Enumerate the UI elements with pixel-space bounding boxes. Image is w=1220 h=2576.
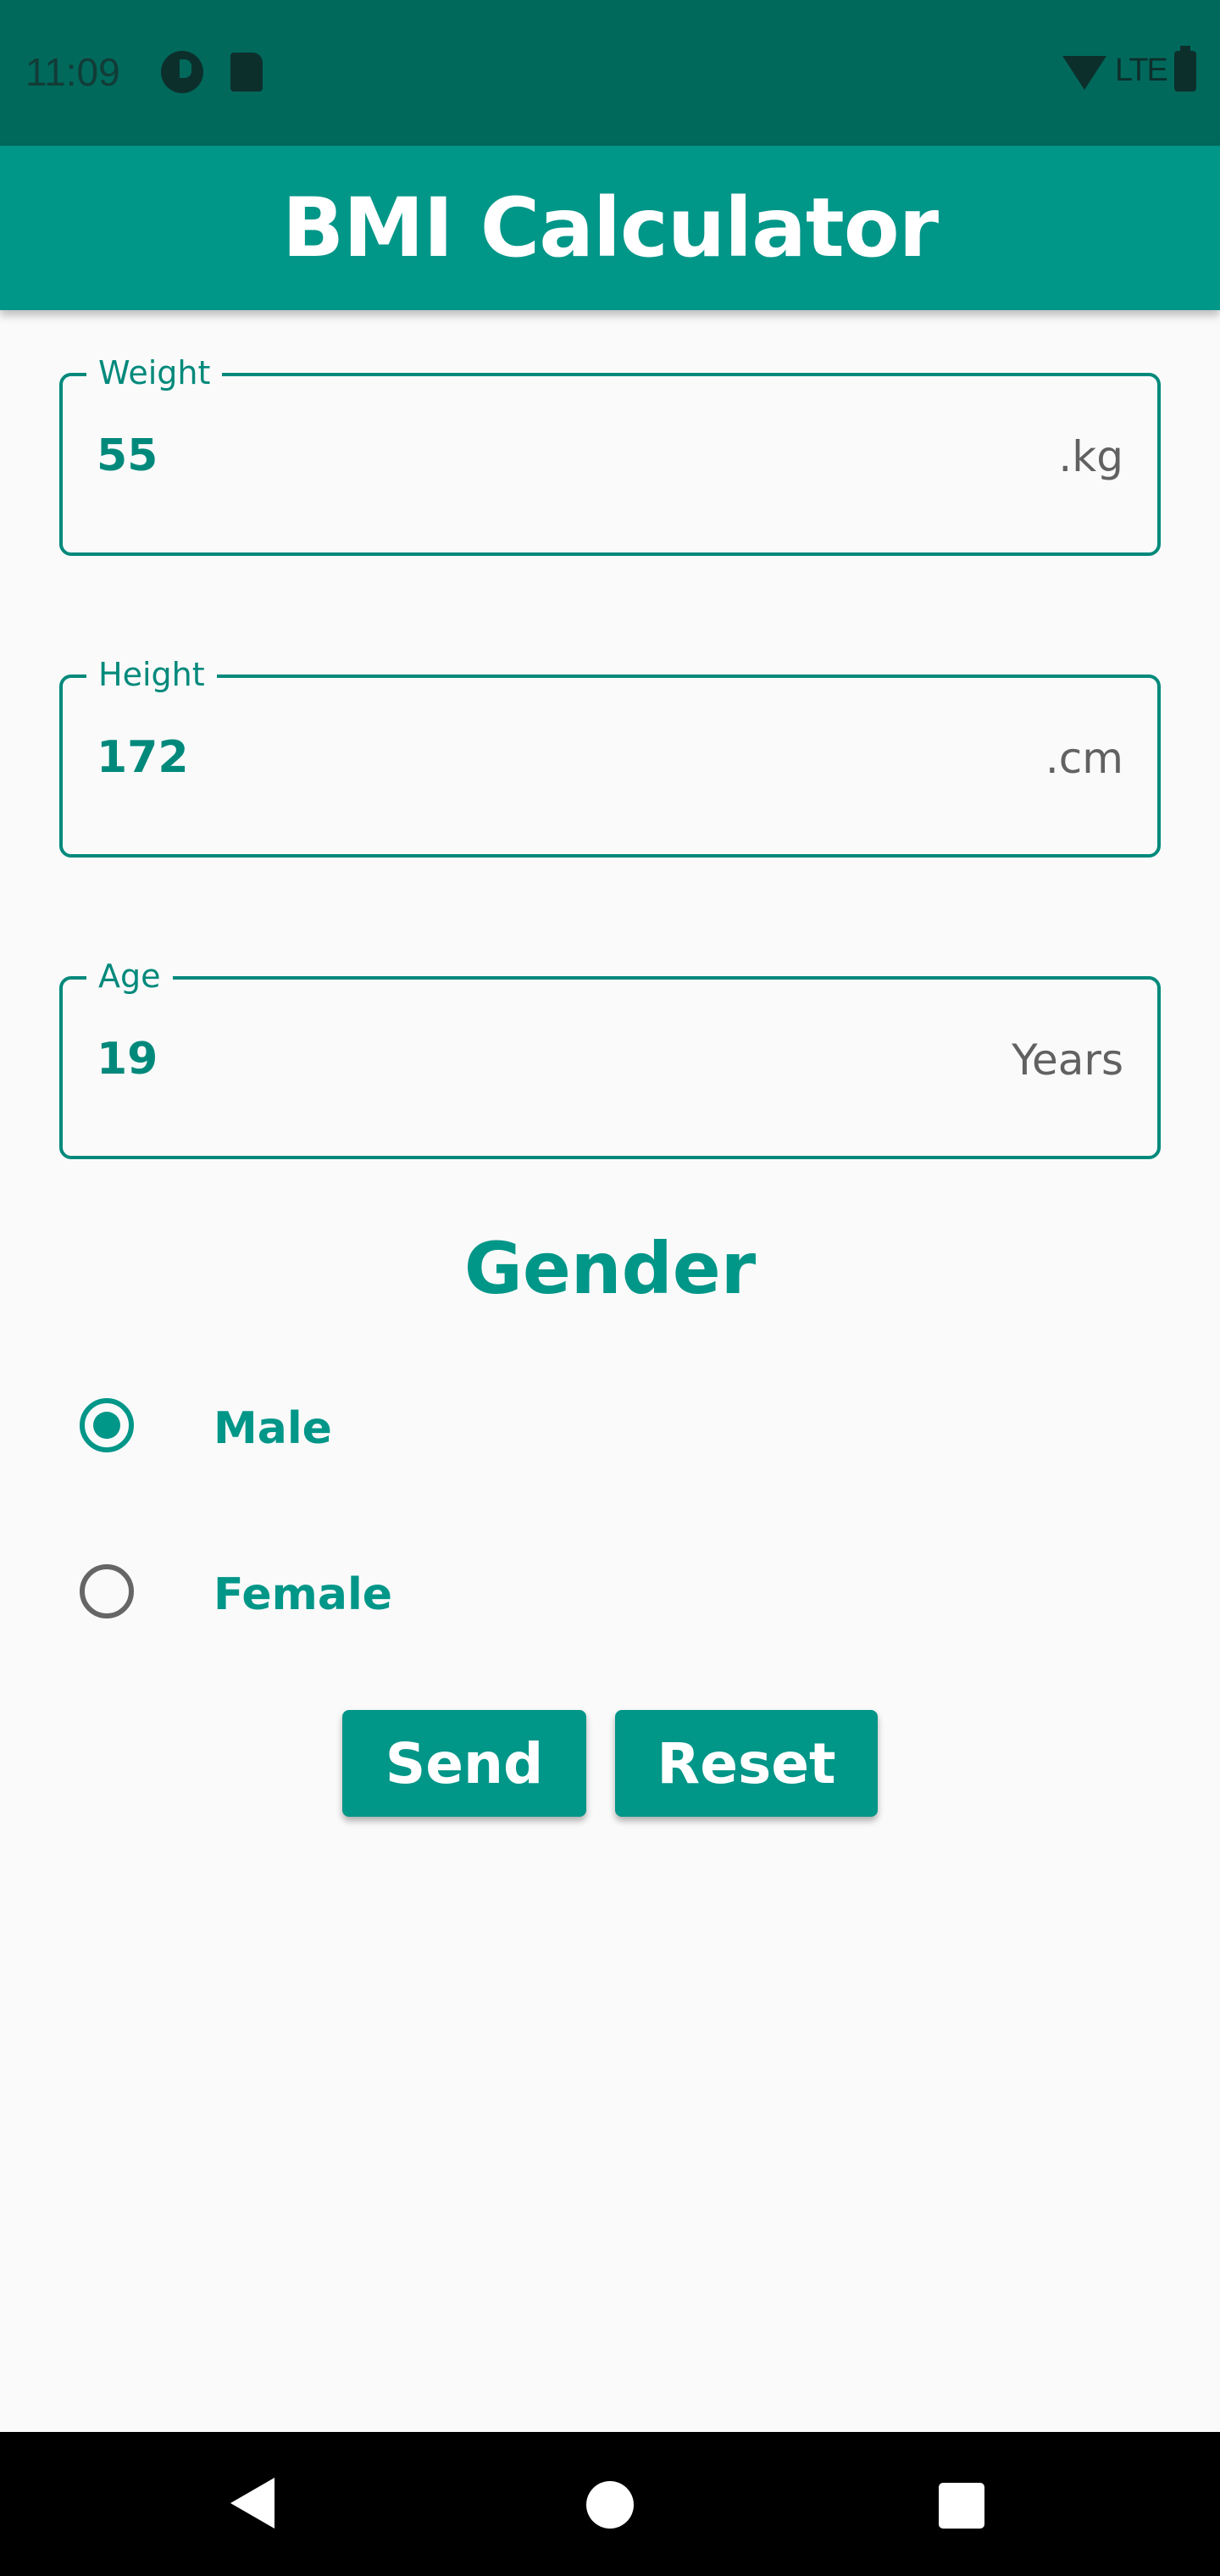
recents-icon[interactable]: [939, 2483, 984, 2529]
weight-input[interactable]: 55: [97, 430, 158, 481]
status-bar: 11:09 LTE: [0, 0, 1220, 146]
reset-button[interactable]: Reset: [615, 1710, 878, 1817]
back-icon[interactable]: [230, 2478, 274, 2529]
weight-suffix: .kg: [1058, 432, 1123, 481]
app-title: BMI Calculator: [281, 180, 939, 275]
height-input[interactable]: 172: [97, 732, 189, 783]
radio-button-male[interactable]: [80, 1398, 134, 1452]
weight-label: Weight: [86, 354, 223, 391]
status-time: 11:09: [25, 50, 120, 94]
send-button[interactable]: Send: [342, 1710, 586, 1817]
wifi-icon: [1062, 56, 1106, 90]
age-field[interactable]: Age 19 Years: [59, 958, 1161, 1159]
app-bar: BMI Calculator: [0, 146, 1220, 310]
radio-label-male[interactable]: Male: [214, 1403, 332, 1454]
weight-field[interactable]: Weight 55 .kg: [59, 354, 1161, 556]
radio-option-male[interactable]: Male: [76, 1388, 585, 1464]
battery-icon: [1174, 46, 1196, 92]
age-suffix: Years: [1012, 1035, 1123, 1085]
navigation-bar: [0, 2432, 1220, 2576]
home-icon[interactable]: [586, 2481, 634, 2529]
age-label: Age: [86, 958, 173, 995]
radio-option-female[interactable]: Female: [76, 1554, 585, 1630]
height-suffix: .cm: [1045, 734, 1123, 783]
radio-button-female[interactable]: [80, 1564, 134, 1618]
age-input[interactable]: 19: [97, 1034, 158, 1085]
height-label: Height: [86, 656, 217, 693]
gender-title: Gender: [463, 1227, 757, 1310]
network-type-label: LTE: [1115, 53, 1168, 88]
sd-card-icon: [230, 53, 263, 92]
height-field[interactable]: Height 172 .cm: [59, 656, 1161, 858]
app-notification-icon: [161, 51, 203, 93]
radio-label-female[interactable]: Female: [214, 1569, 392, 1620]
